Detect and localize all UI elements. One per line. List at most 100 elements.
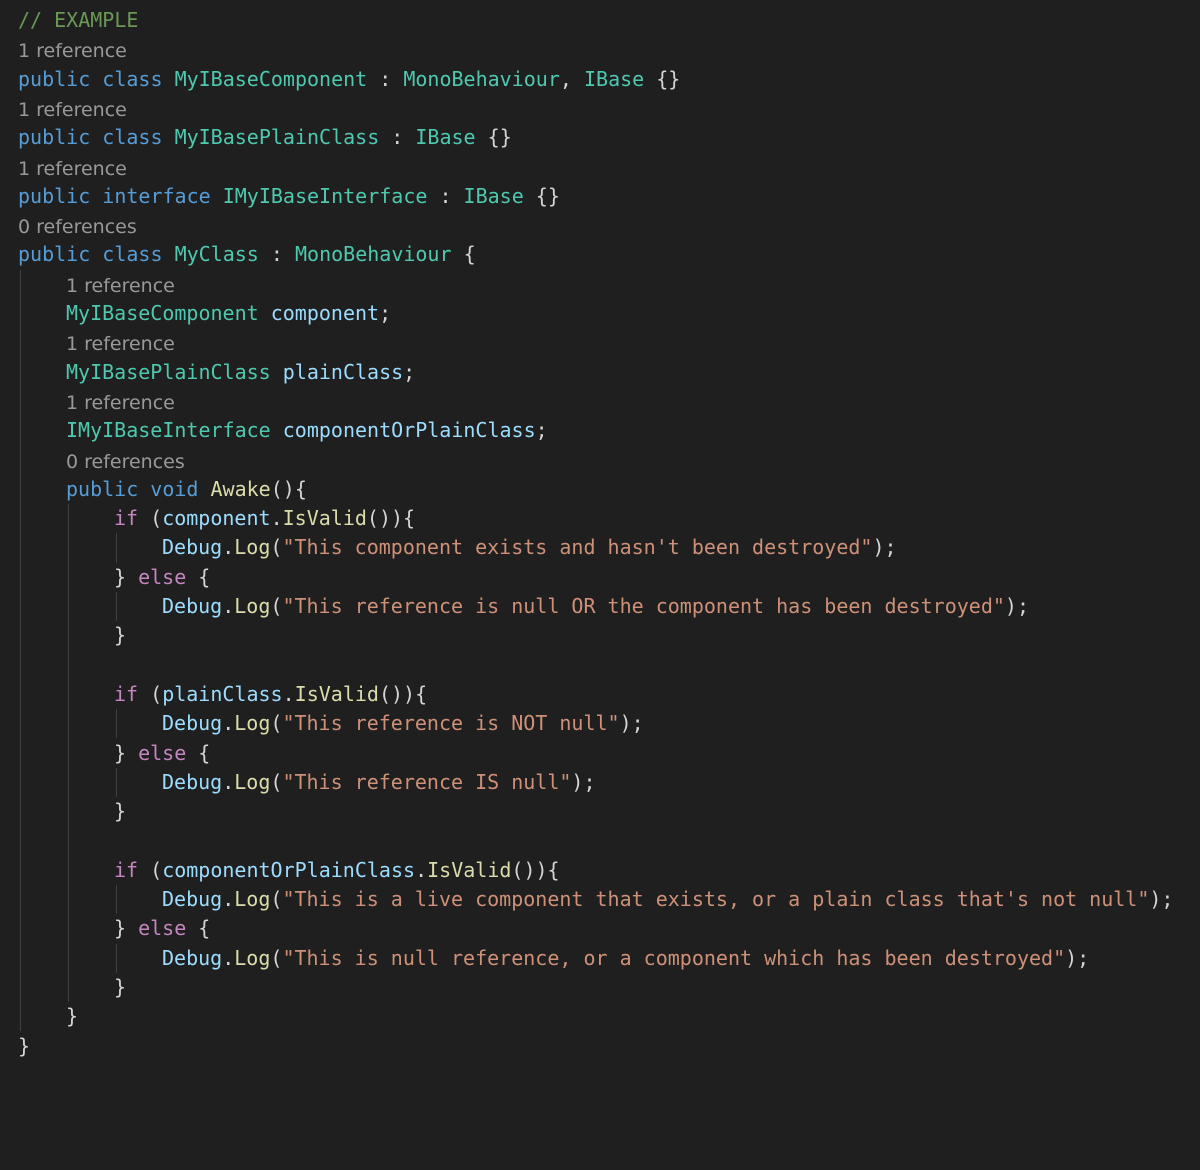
code-token: }	[114, 799, 127, 824]
code-line[interactable]: Debug.Log("This is a live component that…	[162, 885, 1173, 913]
code-line[interactable]: IMyIBaseInterface componentOrPlainClass;	[66, 416, 548, 444]
code-line[interactable]: Debug.Log("This reference IS null");	[162, 768, 596, 796]
code-line[interactable]: } else {	[114, 563, 210, 591]
code-token: public	[18, 66, 91, 91]
code-line[interactable]: MyIBasePlainClass plainClass;	[66, 358, 415, 386]
code-line[interactable]: public void Awake(){	[66, 475, 307, 503]
code-token: );	[571, 769, 596, 794]
code-token: public	[66, 476, 139, 501]
code-token: class	[102, 242, 163, 267]
code-token: MyIBaseComponent	[66, 301, 259, 325]
indent-guide	[116, 533, 117, 563]
codelens-reference-count[interactable]: 1 reference	[66, 391, 175, 415]
code-token: );	[872, 535, 897, 560]
code-token: {	[186, 564, 211, 589]
code-token: else	[138, 740, 187, 765]
code-line[interactable]: } else {	[114, 914, 210, 942]
indent-guide	[116, 592, 117, 622]
code-token: {}	[523, 183, 560, 208]
code-line[interactable]: }	[114, 621, 126, 649]
code-token: }	[66, 1004, 79, 1029]
code-token: .	[282, 681, 295, 706]
code-token: "This component exists and hasn't been d…	[282, 535, 873, 560]
code-token: );	[619, 711, 644, 736]
code-token: Log	[234, 711, 271, 736]
code-line[interactable]: if (plainClass.IsValid()){	[114, 680, 427, 708]
code-token: Debug	[162, 769, 223, 794]
code-token: class	[102, 125, 163, 150]
codelens-reference-count[interactable]: 1 reference	[18, 157, 127, 181]
code-token: }	[114, 623, 127, 648]
code-token: IsValid	[294, 681, 379, 706]
code-line[interactable]: public interface IMyIBaseInterface : IBa…	[18, 182, 560, 210]
indent-guide	[68, 504, 69, 1003]
code-token: IBase	[463, 183, 524, 208]
code-token: (	[270, 945, 283, 970]
code-line[interactable]: Debug.Log("This reference is NOT null");	[162, 709, 644, 737]
indent-guide	[116, 767, 117, 798]
code-line[interactable]: public class MyIBaseComponent : MonoBeha…	[18, 65, 680, 93]
code-token: Log	[234, 594, 271, 618]
codelens-reference-count[interactable]: 1 reference	[66, 274, 175, 298]
code-token: (	[270, 769, 283, 794]
code-token: ,	[559, 66, 584, 91]
code-line[interactable]: Debug.Log("This reference is null OR the…	[162, 592, 1029, 620]
code-line[interactable]: if (component.IsValid()){	[114, 504, 415, 532]
code-token: (	[270, 594, 283, 618]
codelens-reference-count[interactable]: 0 references	[66, 450, 185, 474]
code-line[interactable]: Debug.Log("This component exists and has…	[162, 533, 897, 561]
codelens-reference-count[interactable]: 1 reference	[66, 332, 175, 356]
code-token: .	[222, 535, 235, 560]
code-editor[interactable]: // EXAMPLE 1 reference public class MyIBas…	[0, 0, 1200, 1170]
code-token: Debug	[162, 535, 223, 560]
code-token: Debug	[162, 887, 223, 911]
code-token: else	[138, 916, 187, 941]
code-token: Log	[234, 945, 271, 970]
code-line[interactable]: Debug.Log("This is null reference, or a …	[162, 944, 1089, 972]
code-line[interactable]: }	[114, 797, 126, 825]
code-token: // EXAMPLE	[18, 8, 139, 32]
code-line[interactable]: } else {	[114, 739, 210, 767]
code-line[interactable]: if (componentOrPlainClass.IsValid()){	[114, 856, 560, 884]
code-line[interactable]: }	[18, 1032, 30, 1060]
code-line[interactable]: // EXAMPLE	[18, 6, 138, 34]
code-token: IsValid	[427, 857, 512, 882]
code-token: if	[114, 857, 139, 882]
code-token: IBase	[415, 125, 476, 150]
code-token: ()){	[378, 681, 428, 706]
code-token: IMyIBaseInterface	[222, 183, 428, 208]
code-line[interactable]: }	[66, 1002, 78, 1030]
code-token: {	[451, 242, 476, 267]
code-token: (	[270, 887, 283, 911]
code-token: .	[415, 857, 428, 882]
codelens-reference-count[interactable]: 1 reference	[18, 39, 127, 63]
code-line[interactable]: public class MyClass : MonoBehaviour {	[18, 240, 476, 268]
code-token: MyIBasePlainClass	[66, 359, 271, 384]
codelens-reference-count[interactable]: 0 references	[18, 215, 137, 239]
code-token: "This is a live component that exists, o…	[282, 887, 1150, 911]
code-token: plainClass	[282, 359, 404, 384]
code-token: MyIBasePlainClass	[174, 125, 380, 150]
code-token: :	[367, 66, 404, 91]
code-line[interactable]: public class MyIBasePlainClass : IBase {…	[18, 123, 512, 151]
code-token: .	[222, 711, 235, 736]
code-token: {}	[644, 66, 681, 91]
code-token: "This reference is NOT null"	[282, 711, 620, 736]
code-token: (	[270, 535, 283, 560]
code-token: );	[1065, 945, 1090, 970]
codelens-reference-count[interactable]: 1 reference	[18, 98, 127, 122]
code-line[interactable]: MyIBaseComponent component;	[66, 299, 391, 327]
code-token: );	[1149, 887, 1174, 911]
code-token: (	[138, 506, 163, 531]
code-token: public	[18, 242, 91, 267]
code-line[interactable]: }	[114, 973, 126, 1001]
code-token: componentOrPlainClass	[282, 418, 536, 443]
code-token: (	[270, 711, 283, 736]
code-token: :	[427, 183, 464, 208]
code-token: .	[222, 769, 235, 794]
